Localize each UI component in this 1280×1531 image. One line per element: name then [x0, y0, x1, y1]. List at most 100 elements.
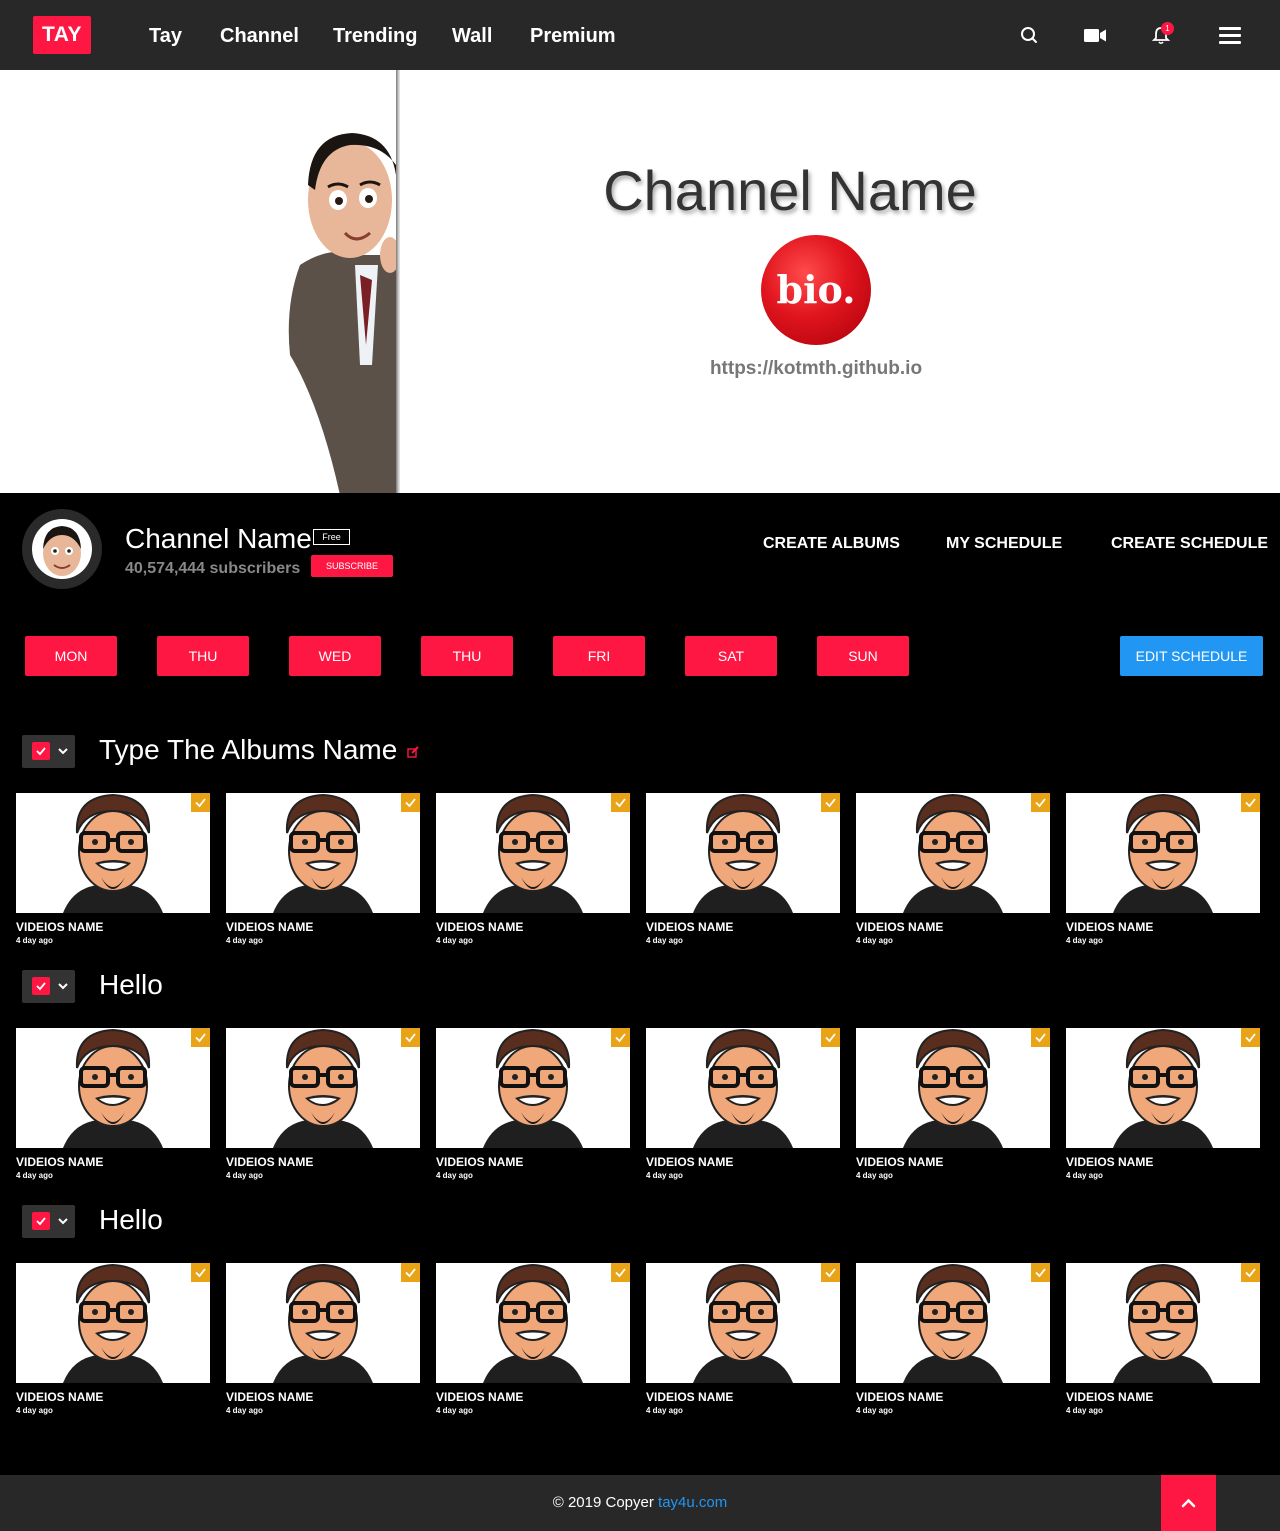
- video-card[interactable]: VIDEIOS NAME 4 day ago: [856, 793, 1050, 946]
- create-albums-button[interactable]: CREATE ALBUMS: [763, 535, 900, 553]
- selected-check-icon[interactable]: [1241, 1263, 1260, 1282]
- video-title[interactable]: VIDEIOS NAME: [1066, 1390, 1260, 1404]
- selected-check-icon[interactable]: [1031, 793, 1050, 812]
- nav-link-wall[interactable]: Wall: [452, 24, 492, 48]
- video-thumbnail[interactable]: [16, 1028, 210, 1148]
- selected-check-icon[interactable]: [821, 1263, 840, 1282]
- checkbox-checked-icon[interactable]: [32, 977, 50, 995]
- album-select-toggle[interactable]: [22, 735, 75, 768]
- video-title[interactable]: VIDEIOS NAME: [226, 920, 420, 934]
- video-thumbnail[interactable]: [646, 793, 840, 913]
- video-thumbnail[interactable]: [16, 1263, 210, 1383]
- search-icon[interactable]: [1016, 22, 1042, 48]
- day-button-mon[interactable]: MON: [25, 636, 117, 676]
- nav-link-premium[interactable]: Premium: [530, 24, 616, 48]
- video-title[interactable]: VIDEIOS NAME: [16, 920, 210, 934]
- video-card[interactable]: VIDEIOS NAME 4 day ago: [1066, 1263, 1260, 1416]
- video-card[interactable]: VIDEIOS NAME 4 day ago: [436, 793, 630, 946]
- video-title[interactable]: VIDEIOS NAME: [1066, 1155, 1260, 1169]
- video-thumbnail[interactable]: [226, 1028, 420, 1148]
- edit-schedule-button[interactable]: EDIT SCHEDULE: [1120, 636, 1263, 676]
- day-button-sat[interactable]: SAT: [685, 636, 777, 676]
- video-title[interactable]: VIDEIOS NAME: [436, 920, 630, 934]
- video-card[interactable]: VIDEIOS NAME 4 day ago: [16, 1263, 210, 1416]
- video-card[interactable]: VIDEIOS NAME 4 day ago: [856, 1028, 1050, 1181]
- selected-check-icon[interactable]: [191, 793, 210, 812]
- video-card[interactable]: VIDEIOS NAME 4 day ago: [226, 1263, 420, 1416]
- album-select-toggle[interactable]: [22, 1205, 75, 1238]
- video-title[interactable]: VIDEIOS NAME: [856, 920, 1050, 934]
- video-camera-icon[interactable]: [1082, 22, 1108, 48]
- bio-logo[interactable]: bio.: [761, 235, 871, 345]
- selected-check-icon[interactable]: [401, 1263, 420, 1282]
- video-thumbnail[interactable]: [1066, 1263, 1260, 1383]
- video-thumbnail[interactable]: [1066, 1028, 1260, 1148]
- selected-check-icon[interactable]: [611, 1263, 630, 1282]
- nav-link-tay[interactable]: Tay: [149, 24, 182, 48]
- video-title[interactable]: VIDEIOS NAME: [856, 1390, 1050, 1404]
- video-thumbnail[interactable]: [226, 793, 420, 913]
- checkbox-checked-icon[interactable]: [32, 1212, 50, 1230]
- video-title[interactable]: VIDEIOS NAME: [436, 1155, 630, 1169]
- selected-check-icon[interactable]: [401, 793, 420, 812]
- chevron-down-icon[interactable]: [57, 743, 69, 759]
- video-card[interactable]: VIDEIOS NAME 4 day ago: [16, 793, 210, 946]
- video-card[interactable]: VIDEIOS NAME 4 day ago: [1066, 793, 1260, 946]
- video-title[interactable]: VIDEIOS NAME: [16, 1155, 210, 1169]
- video-title[interactable]: VIDEIOS NAME: [16, 1390, 210, 1404]
- selected-check-icon[interactable]: [1031, 1263, 1050, 1282]
- nav-link-trending[interactable]: Trending: [333, 24, 417, 48]
- site-logo[interactable]: TAY: [33, 16, 91, 54]
- video-title[interactable]: VIDEIOS NAME: [646, 1155, 840, 1169]
- selected-check-icon[interactable]: [191, 1263, 210, 1282]
- chevron-down-icon[interactable]: [57, 978, 69, 994]
- day-button-sun[interactable]: SUN: [817, 636, 909, 676]
- video-card[interactable]: VIDEIOS NAME 4 day ago: [226, 1028, 420, 1181]
- selected-check-icon[interactable]: [1241, 793, 1260, 812]
- chevron-down-icon[interactable]: [57, 1213, 69, 1229]
- video-thumbnail[interactable]: [646, 1028, 840, 1148]
- album-select-toggle[interactable]: [22, 970, 75, 1003]
- video-title[interactable]: VIDEIOS NAME: [856, 1155, 1050, 1169]
- video-card[interactable]: VIDEIOS NAME 4 day ago: [226, 793, 420, 946]
- day-button-thu-2[interactable]: THU: [421, 636, 513, 676]
- video-title[interactable]: VIDEIOS NAME: [226, 1390, 420, 1404]
- video-card[interactable]: VIDEIOS NAME 4 day ago: [646, 1263, 840, 1416]
- video-thumbnail[interactable]: [856, 793, 1050, 913]
- video-thumbnail[interactable]: [646, 1263, 840, 1383]
- checkbox-checked-icon[interactable]: [32, 742, 50, 760]
- day-button-fri[interactable]: FRI: [553, 636, 645, 676]
- selected-check-icon[interactable]: [1031, 1028, 1050, 1047]
- video-thumbnail[interactable]: [436, 793, 630, 913]
- banner-url-link[interactable]: https://kotmth.github.io: [660, 358, 972, 380]
- video-thumbnail[interactable]: [1066, 793, 1260, 913]
- selected-check-icon[interactable]: [401, 1028, 420, 1047]
- selected-check-icon[interactable]: [821, 793, 840, 812]
- edit-pencil-icon[interactable]: [407, 745, 419, 758]
- day-button-wed[interactable]: WED: [289, 636, 381, 676]
- video-card[interactable]: VIDEIOS NAME 4 day ago: [16, 1028, 210, 1181]
- video-thumbnail[interactable]: [16, 793, 210, 913]
- video-card[interactable]: VIDEIOS NAME 4 day ago: [646, 1028, 840, 1181]
- video-thumbnail[interactable]: [226, 1263, 420, 1383]
- video-card[interactable]: VIDEIOS NAME 4 day ago: [1066, 1028, 1260, 1181]
- video-thumbnail[interactable]: [856, 1263, 1050, 1383]
- video-card[interactable]: VIDEIOS NAME 4 day ago: [856, 1263, 1050, 1416]
- nav-link-channel[interactable]: Channel: [220, 24, 299, 48]
- day-button-thu[interactable]: THU: [157, 636, 249, 676]
- my-schedule-button[interactable]: MY SCHEDULE: [946, 535, 1062, 553]
- video-title[interactable]: VIDEIOS NAME: [436, 1390, 630, 1404]
- channel-avatar[interactable]: [22, 509, 102, 589]
- selected-check-icon[interactable]: [191, 1028, 210, 1047]
- selected-check-icon[interactable]: [611, 793, 630, 812]
- video-card[interactable]: VIDEIOS NAME 4 day ago: [436, 1263, 630, 1416]
- footer-site-link[interactable]: tay4u.com: [658, 1494, 727, 1511]
- video-card[interactable]: VIDEIOS NAME 4 day ago: [646, 793, 840, 946]
- video-thumbnail[interactable]: [436, 1263, 630, 1383]
- video-title[interactable]: VIDEIOS NAME: [646, 1390, 840, 1404]
- video-thumbnail[interactable]: [436, 1028, 630, 1148]
- create-schedule-button[interactable]: CREATE SCHEDULE: [1111, 535, 1268, 553]
- video-thumbnail[interactable]: [856, 1028, 1050, 1148]
- album-title[interactable]: Type The Albums Name: [99, 734, 397, 766]
- video-title[interactable]: VIDEIOS NAME: [646, 920, 840, 934]
